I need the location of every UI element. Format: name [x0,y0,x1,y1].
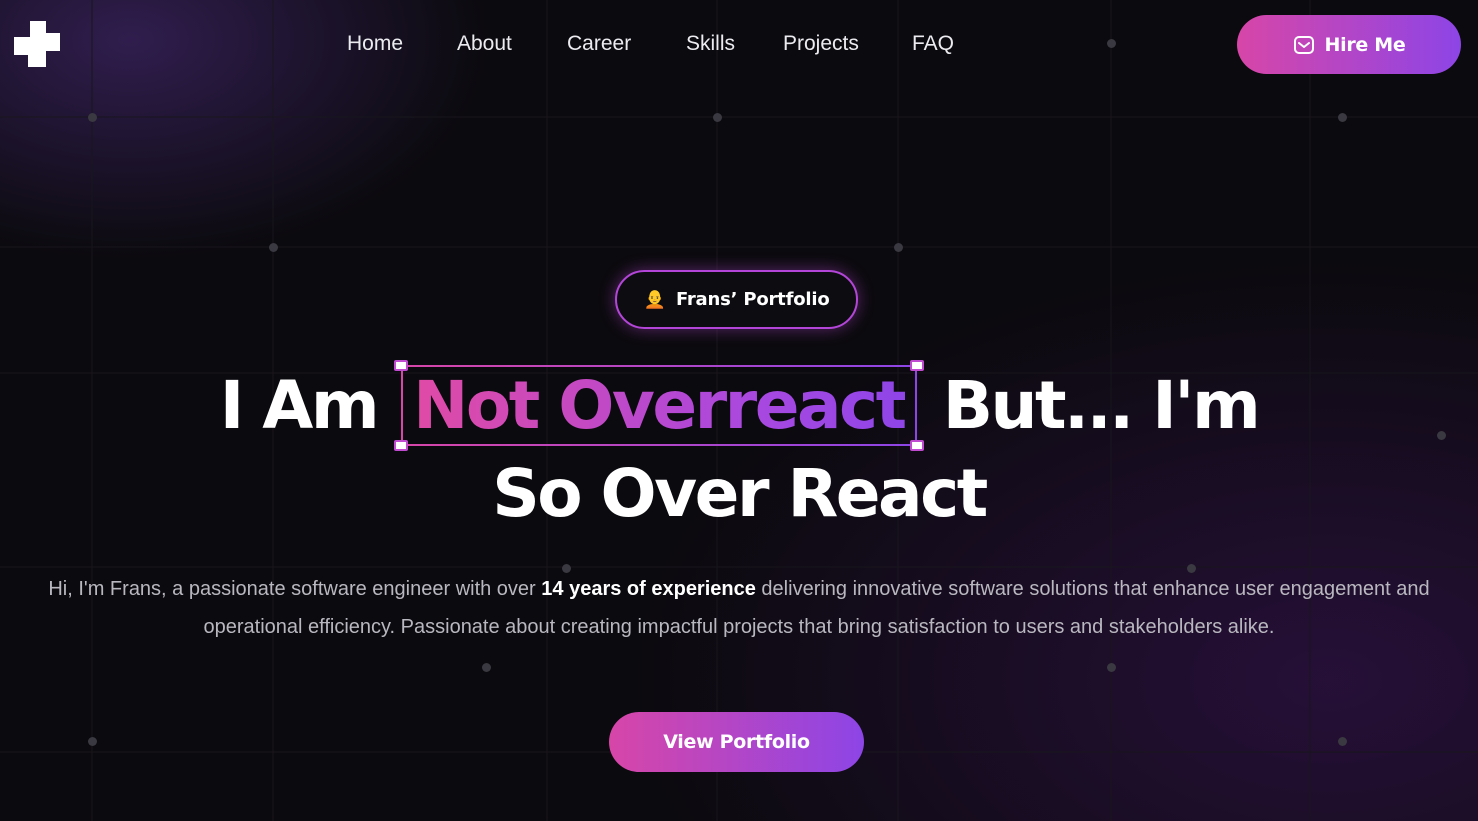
plus-shape-logo[interactable] [12,19,62,69]
grid-dot [269,243,278,252]
headline-suffix: But... I'm [942,367,1261,444]
main-nav: Home About Career Skills Projects FAQ [347,30,972,58]
grid-dot [894,243,903,252]
headline-highlight: Not Overreact [413,367,907,444]
intro-paragraph: Hi, I'm Frans, a passionate software eng… [0,571,1478,646]
grid-dot [1107,39,1116,48]
mail-icon [1293,35,1314,54]
grid-dot [713,113,722,122]
nav-item-career[interactable]: Career [567,30,686,58]
headline-line-1: I Am Not Overreact But... I'm [0,360,1478,451]
hire-me-button[interactable]: Hire Me [1237,15,1461,74]
hero-page: Home About Career Skills Projects FAQ Hi… [0,0,1478,821]
grid-dot [88,737,97,746]
grid-dot [482,663,491,672]
nav-item-projects[interactable]: Projects [783,30,912,58]
intro-emphasis: 14 years of experience [541,578,756,600]
grid-dot [1338,113,1347,122]
intro-text-before: Hi, I'm Frans, a passionate software eng… [48,578,542,600]
nav-item-about[interactable]: About [457,30,567,58]
grid-dot [1338,737,1347,746]
hire-me-label: Hire Me [1324,33,1406,56]
headline-line-2: So Over React [492,455,988,532]
grid-dot [88,113,97,122]
nav-item-home[interactable]: Home [347,30,457,58]
view-portfolio-button[interactable]: View Portfolio [609,712,864,772]
selection-handle-top-left [394,360,409,371]
badge-label: Frans’ Portfolio [675,289,830,310]
selection-handle-top-right [909,360,924,371]
highlight-selection-box: Not Overreact [394,360,924,451]
nav-item-skills[interactable]: Skills [686,30,783,58]
grid-dot [1107,663,1116,672]
nav-item-faq[interactable]: FAQ [912,30,972,58]
person-emoji-icon: 🧑‍🦲 [643,288,666,310]
headline-prefix: I Am [219,367,380,444]
portfolio-badge: 🧑‍🦲 Frans’ Portfolio [615,270,858,329]
selection-handle-bottom-right [909,440,924,451]
selection-handle-bottom-left [394,440,409,451]
